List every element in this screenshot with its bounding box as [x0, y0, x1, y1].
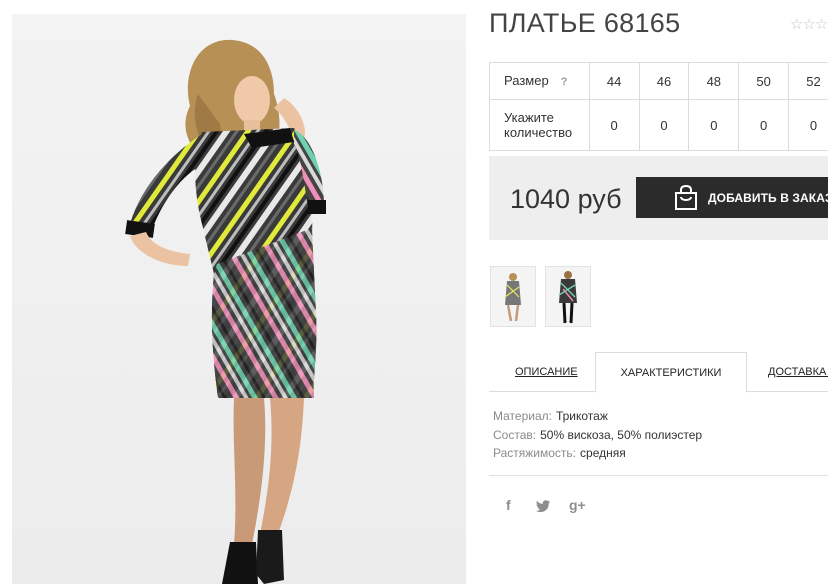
spec-value: 50% вискоза, 50% полиэстер [540, 428, 703, 442]
main-product-image[interactable] [12, 14, 466, 584]
tab-description[interactable]: ОПИСАНИЕ [515, 366, 578, 378]
quantity-label-cell: Укажите количество [489, 99, 590, 151]
quantity-input[interactable]: 0 [688, 99, 740, 151]
thumbnail-1[interactable] [490, 266, 536, 327]
google-plus-icon[interactable]: g+ [569, 497, 586, 513]
rating-stars-icon[interactable]: ☆☆☆ [790, 15, 828, 33]
size-quantity-table: Размер? 44 46 48 50 52 Укажите количеств… [489, 62, 828, 151]
quantity-row: Укажите количество 0 0 0 0 0 [489, 99, 828, 151]
price-value: 1040 руб [510, 184, 622, 214]
price-box: 1040 руб ДОБАВИТЬ В ЗАКАЗ [489, 156, 828, 240]
spec-value: Трикотаж [555, 409, 608, 423]
quantity-label-line2: количество [504, 125, 573, 140]
size-value[interactable]: 48 [688, 62, 740, 100]
size-value[interactable]: 44 [588, 62, 640, 100]
quantity-label-line1: Укажите [504, 110, 554, 125]
quantity-input[interactable]: 0 [638, 99, 690, 151]
spec-row: Растяжимость: средняя [493, 446, 626, 460]
size-help-icon[interactable]: ? [561, 75, 568, 90]
quantity-input[interactable]: 0 [788, 99, 828, 151]
add-to-order-label: ДОБАВИТЬ В ЗАКАЗ [708, 190, 828, 205]
size-value[interactable]: 52 [788, 62, 828, 100]
size-row: Размер? 44 46 48 50 52 [489, 62, 828, 100]
tab-delivery[interactable]: ДОСТАВКА И [768, 366, 828, 378]
spec-key: Материал: [493, 409, 552, 423]
spec-key: Состав: [493, 428, 537, 442]
size-value[interactable]: 46 [638, 62, 690, 100]
divider [489, 475, 828, 476]
spec-key: Растяжимость: [493, 446, 577, 460]
spec-row: Состав: 50% вискоза, 50% полиэстер [493, 428, 702, 442]
add-to-order-button[interactable]: ДОБАВИТЬ В ЗАКАЗ [636, 177, 828, 218]
page-title: ПЛАТЬЕ 68165 [489, 8, 681, 38]
tab-characteristics[interactable]: ХАРАКТЕРИСТИКИ [595, 352, 747, 393]
quantity-input[interactable]: 0 [738, 99, 790, 151]
facebook-icon[interactable]: f [506, 497, 511, 513]
quantity-input[interactable]: 0 [588, 99, 640, 151]
shopping-bag-icon [674, 184, 698, 214]
size-value[interactable]: 50 [738, 62, 790, 100]
spec-value: средняя [580, 446, 626, 460]
size-label: Размер [504, 72, 549, 88]
thumbnail-2[interactable] [545, 266, 591, 327]
twitter-icon[interactable] [536, 499, 550, 515]
size-label-cell: Размер? [489, 62, 590, 100]
spec-row: Материал: Трикотаж [493, 409, 608, 423]
